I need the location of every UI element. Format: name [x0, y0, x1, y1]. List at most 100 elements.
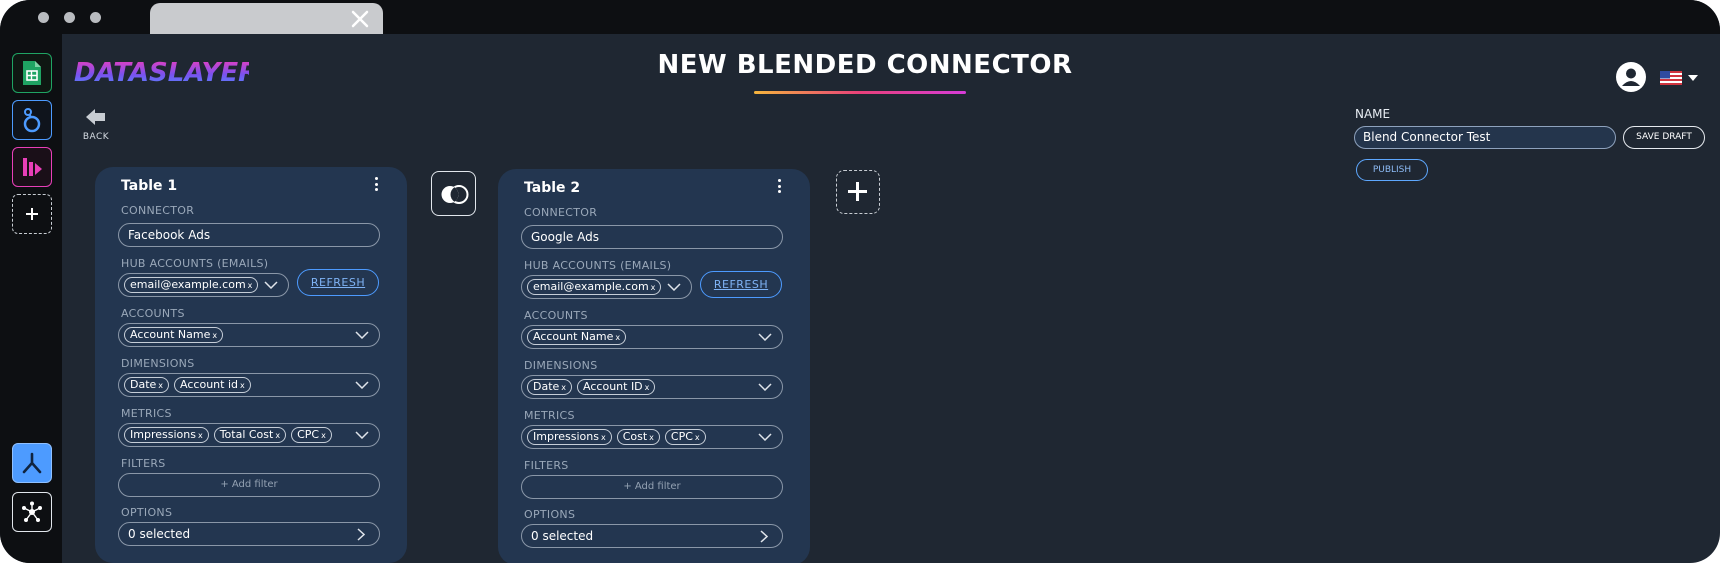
chevron-down-icon[interactable]: [355, 431, 369, 439]
connector-select[interactable]: Facebook Ads: [118, 223, 380, 247]
connector-select[interactable]: Google Ads: [521, 225, 783, 249]
more-options-icon[interactable]: [375, 177, 379, 193]
remove-chip-icon[interactable]: x: [561, 383, 566, 392]
options-label: OPTIONS: [121, 506, 173, 519]
close-icon[interactable]: [351, 10, 369, 28]
connector-label: CONNECTOR: [524, 206, 598, 219]
table-card-2: Table 2 CONNECTOR Google Ads HUB ACCOUNTS (…: [498, 169, 810, 563]
hub-accounts-label: HUB ACCOUNTS (EMAILS): [121, 257, 269, 270]
looker-studio-icon: [23, 108, 41, 133]
window-maximize-dot[interactable]: [90, 12, 101, 23]
remove-chip-icon[interactable]: x: [321, 431, 326, 440]
chevron-right-icon[interactable]: [760, 530, 768, 543]
chevron-down-icon[interactable]: [1688, 75, 1698, 81]
dimensions-label: DIMENSIONS: [121, 357, 195, 370]
google-sheets-icon: [23, 61, 41, 85]
metric-chip: Total Cost x: [213, 427, 287, 443]
chevron-down-icon[interactable]: [355, 381, 369, 389]
refresh-button[interactable]: REFRESH: [297, 269, 379, 296]
user-icon: [1622, 68, 1640, 86]
metric-chip: Impressions x: [124, 427, 209, 443]
dimension-chip: Date x: [527, 379, 573, 395]
bi-connector-icon: [23, 158, 42, 176]
us-flag-icon[interactable]: [1660, 71, 1682, 85]
add-filter-label: + Add filter: [220, 479, 278, 490]
add-filter-button[interactable]: + Add filter: [521, 475, 783, 499]
remove-chip-icon[interactable]: x: [275, 431, 280, 440]
publish-button[interactable]: PUBLISH: [1356, 159, 1428, 181]
chevron-down-icon[interactable]: [667, 283, 681, 291]
join-type-button[interactable]: [431, 171, 476, 216]
chevron-down-icon[interactable]: [264, 281, 278, 289]
network-icon: [22, 501, 42, 522]
accounts-select[interactable]: Account Name x: [118, 323, 380, 347]
accounts-select[interactable]: Account Name x: [521, 325, 783, 349]
blend-connectors-button[interactable]: [12, 443, 52, 483]
dimension-chip: Account ID x: [577, 379, 656, 395]
remove-chip-icon[interactable]: x: [240, 381, 245, 390]
metrics-label: METRICS: [121, 407, 172, 420]
add-table-button[interactable]: [836, 170, 880, 214]
browser-tab[interactable]: [150, 3, 383, 34]
remove-chip-icon[interactable]: x: [198, 431, 203, 440]
hub-account-chip: email@example.com x: [527, 279, 662, 295]
remove-chip-icon[interactable]: x: [645, 383, 650, 392]
remove-chip-icon[interactable]: x: [651, 283, 656, 292]
dimensions-select[interactable]: Date x Account id x: [118, 373, 380, 397]
remove-chip-icon[interactable]: x: [615, 333, 620, 342]
more-options-icon[interactable]: [778, 179, 782, 195]
chevron-down-icon[interactable]: [758, 383, 772, 391]
table-title: Table 1: [121, 178, 178, 194]
add-filter-button[interactable]: + Add filter: [118, 473, 380, 497]
refresh-button[interactable]: REFRESH: [700, 271, 782, 298]
connector-value: Google Ads: [531, 230, 599, 244]
dimension-chip: Account id x: [174, 377, 251, 393]
page-title: NEW BLENDED CONNECTOR: [657, 50, 1073, 80]
hub-accounts-select[interactable]: email@example.com x: [118, 273, 289, 297]
remove-chip-icon[interactable]: x: [158, 381, 163, 390]
name-label: NAME: [1355, 107, 1391, 121]
account-chip: Account Name x: [527, 329, 627, 345]
merge-icon: [22, 452, 42, 474]
remove-chip-icon[interactable]: x: [212, 331, 217, 340]
plus-icon: [848, 182, 867, 201]
options-select[interactable]: 0 selected: [118, 522, 380, 546]
accounts-label: ACCOUNTS: [524, 309, 588, 322]
app-rail: [0, 34, 62, 563]
metrics-select[interactable]: Impressions x Total Cost x CPC x: [118, 423, 380, 447]
connector-name-input[interactable]: Blend Connector Test: [1354, 126, 1616, 149]
metric-chip: Impressions x: [527, 429, 612, 445]
title-underline: [754, 91, 966, 94]
options-select[interactable]: 0 selected: [521, 524, 783, 548]
remove-chip-icon[interactable]: x: [248, 281, 253, 290]
chevron-down-icon[interactable]: [355, 331, 369, 339]
chevron-down-icon[interactable]: [758, 333, 772, 341]
save-draft-button[interactable]: SAVE DRAFT: [1623, 126, 1705, 149]
remove-chip-icon[interactable]: x: [695, 433, 700, 442]
filters-label: FILTERS: [524, 459, 569, 472]
window-minimize-dot[interactable]: [64, 12, 75, 23]
options-label: OPTIONS: [524, 508, 576, 521]
add-destination-button[interactable]: [12, 194, 52, 234]
chevron-right-icon[interactable]: [357, 528, 365, 541]
hub-accounts-select[interactable]: email@example.com x: [521, 275, 692, 299]
integrations-button[interactable]: [12, 492, 52, 532]
dimensions-label: DIMENSIONS: [524, 359, 598, 372]
back-button[interactable]: BACK: [80, 108, 112, 142]
table-title: Table 2: [524, 180, 581, 196]
plus-icon: [26, 208, 38, 220]
looker-studio-button[interactable]: [12, 100, 52, 140]
add-filter-label: + Add filter: [623, 481, 681, 492]
dataslayer-logo: DATASLAYER: [74, 58, 249, 86]
user-avatar[interactable]: [1616, 62, 1646, 92]
google-sheets-button[interactable]: [12, 53, 52, 93]
chevron-down-icon[interactable]: [758, 433, 772, 441]
window-close-dot[interactable]: [38, 12, 49, 23]
hub-accounts-label: HUB ACCOUNTS (EMAILS): [524, 259, 672, 272]
remove-chip-icon[interactable]: x: [601, 433, 606, 442]
metric-chip: CPC x: [291, 427, 332, 443]
dimensions-select[interactable]: Date x Account ID x: [521, 375, 783, 399]
metrics-select[interactable]: Impressions x Cost x CPC x: [521, 425, 783, 449]
remove-chip-icon[interactable]: x: [649, 433, 654, 442]
power-bi-button[interactable]: [12, 147, 52, 187]
